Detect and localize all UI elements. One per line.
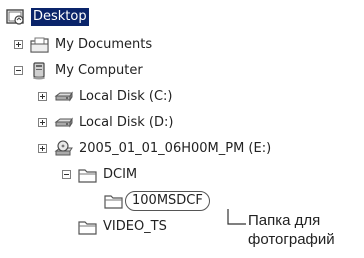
- callout-line-1: Папка для: [248, 212, 321, 229]
- callout-line-2: фотографий: [248, 231, 335, 248]
- callout-annotation: Папка для фотографий: [248, 211, 335, 249]
